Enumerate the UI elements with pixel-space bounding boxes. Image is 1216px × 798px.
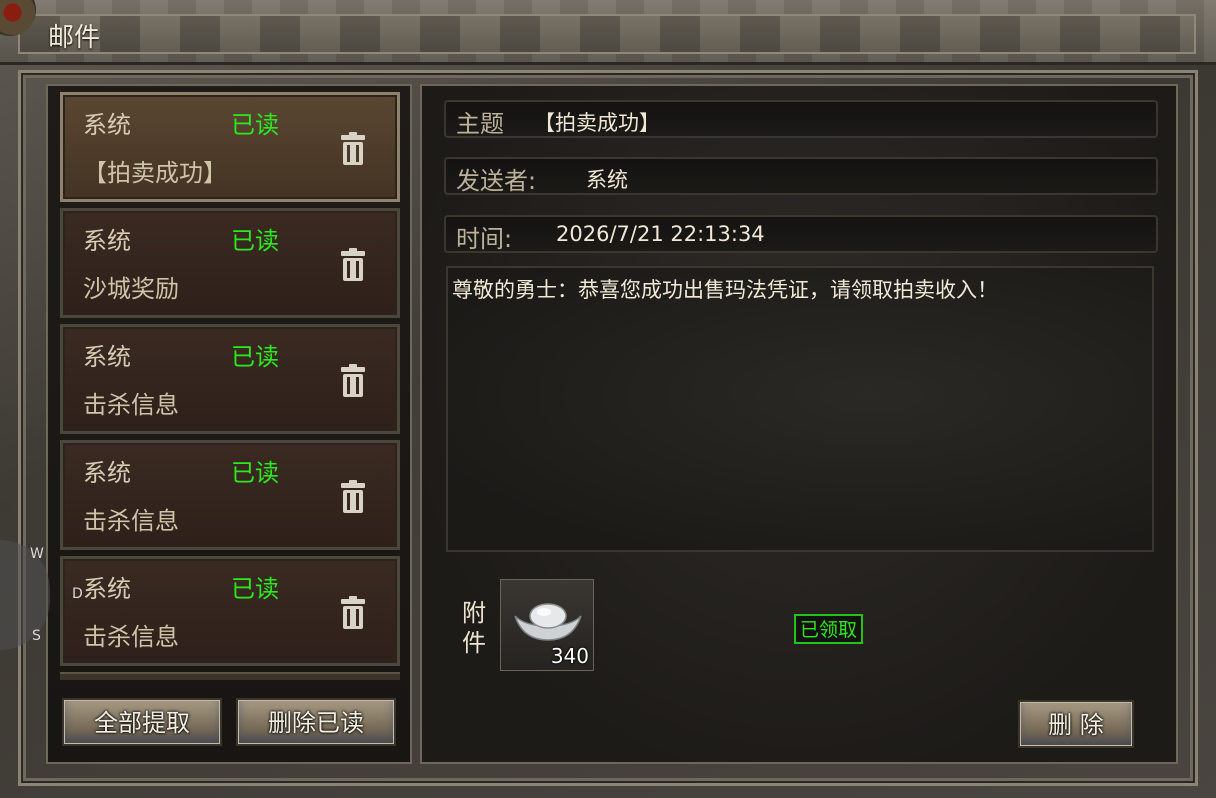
mail-sender: 系统 — [83, 343, 131, 371]
trash-icon[interactable] — [337, 479, 369, 515]
sender-value: 系统 — [586, 168, 628, 192]
mail-sender: 系统 — [83, 459, 131, 487]
mail-read-status: 已读 — [231, 111, 279, 139]
trash-icon[interactable] — [337, 595, 369, 631]
subject-value: 【拍卖成功】 — [534, 111, 660, 135]
sender-label: 发送者: — [456, 167, 537, 195]
mail-subject: 沙城奖励 — [83, 275, 179, 303]
mail-subject: 击杀信息 — [83, 623, 179, 651]
trash-icon[interactable] — [337, 363, 369, 399]
mail-window: 邮件 系统 已读 【拍卖成功】 系统 已读 沙城奖励 系统 已读 击杀信息 系统… — [0, 0, 1216, 798]
claim-all-button[interactable]: 全部提取 — [62, 698, 222, 746]
subject-field: 主题 【拍卖成功】 — [444, 100, 1158, 138]
time-label: 时间: — [456, 225, 513, 253]
mail-list-item[interactable]: 系统 已读 击杀信息 — [60, 324, 400, 434]
mail-read-status: 已读 — [231, 459, 279, 487]
delete-mail-button[interactable]: 删 除 — [1018, 700, 1134, 748]
time-value: 2026/7/21 22:13:34 — [556, 222, 765, 246]
trash-icon[interactable] — [337, 247, 369, 283]
title-bar: 邮件 — [0, 0, 1216, 65]
attachment-count: 340 — [550, 644, 589, 668]
mail-list-item[interactable]: 系统 已读 击杀信息 — [60, 440, 400, 550]
mail-sender: 系统 — [83, 575, 131, 603]
mail-body-box: 尊敬的勇士：恭喜您成功出售玛法凭证，请领取拍卖收入！ — [446, 266, 1154, 552]
title-bar-ornament — [18, 14, 1196, 54]
mail-list-item[interactable]: 系统 已读 沙城奖励 — [60, 208, 400, 318]
mail-read-status: 已读 — [231, 227, 279, 255]
silver-ingot-icon — [513, 600, 583, 650]
mail-subject: 【拍卖成功】 — [83, 159, 227, 187]
claimed-status-badge: 已领取 — [794, 614, 864, 644]
mail-subject: 击杀信息 — [83, 391, 179, 419]
mail-list-next-item-edge — [60, 672, 400, 680]
window-title: 邮件 — [48, 23, 101, 53]
mail-sender: 系统 — [83, 111, 131, 139]
hud-w-label: W — [30, 546, 44, 562]
trash-icon[interactable] — [337, 131, 369, 167]
attachment-slot[interactable]: 340 — [500, 579, 594, 671]
attachment-label: 附件 — [462, 599, 486, 657]
subject-label: 主题 — [456, 110, 504, 138]
mail-list-item[interactable]: 系统 已读 【拍卖成功】 — [60, 92, 400, 202]
mail-read-status: 已读 — [231, 343, 279, 371]
mail-list-item[interactable]: 系统 已读 击杀信息 — [60, 556, 400, 666]
mail-read-status: 已读 — [231, 575, 279, 603]
hud-s-label: S — [32, 628, 41, 644]
sender-field: 发送者: 系统 — [444, 157, 1158, 195]
time-field: 时间: 2026/7/21 22:13:34 — [444, 215, 1158, 253]
mail-sender: 系统 — [83, 227, 131, 255]
hud-d-label: D — [72, 586, 83, 602]
mail-subject: 击杀信息 — [83, 507, 179, 535]
delete-read-button[interactable]: 删除已读 — [236, 698, 396, 746]
mail-body-text: 尊敬的勇士：恭喜您成功出售玛法凭证，请领取拍卖收入！ — [452, 278, 998, 302]
